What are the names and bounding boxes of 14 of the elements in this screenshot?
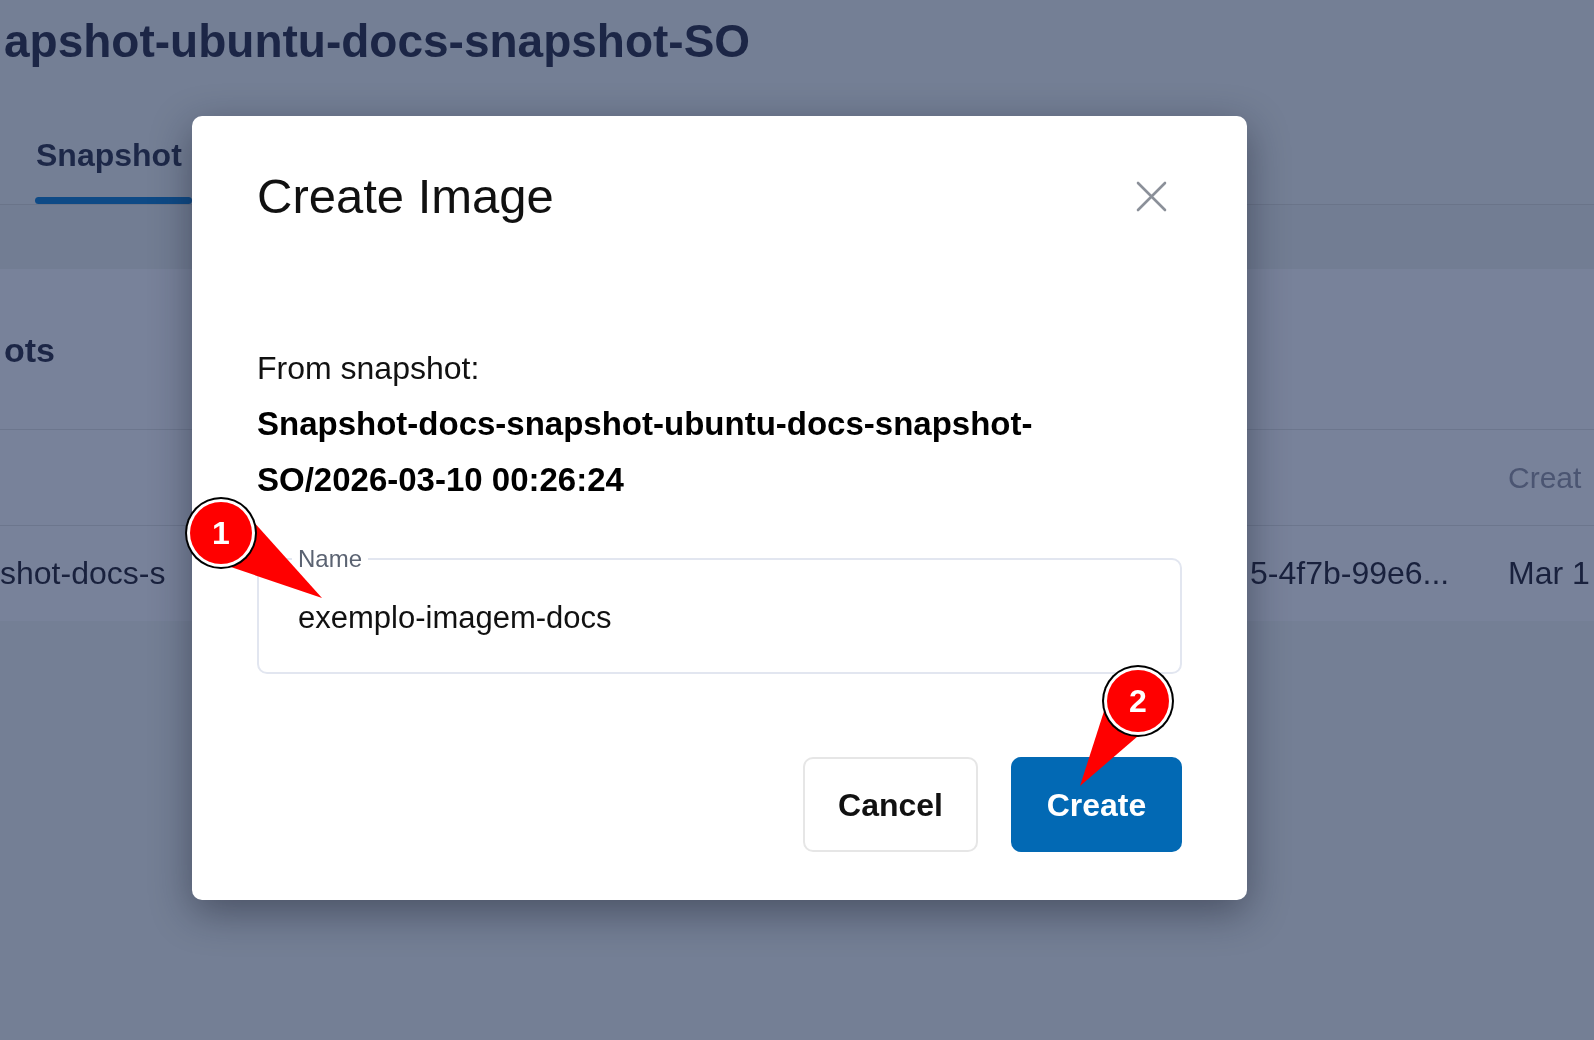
table-cell: Mar 1 <box>1508 554 1590 592</box>
cancel-button[interactable]: Cancel <box>803 757 978 852</box>
create-button[interactable]: Create <box>1011 757 1182 852</box>
tab[interactable]: Snapshot <box>35 136 192 204</box>
source-label: From snapshot: <box>257 349 480 388</box>
close-icon <box>1136 180 1167 212</box>
callout-tooltip: 2 <box>1080 664 1176 788</box>
section-heading: ots <box>4 330 55 370</box>
dialog-title: Create Image <box>257 168 554 224</box>
table-cell: 5-4f7b-99e6... <box>1250 554 1450 592</box>
field-label: Name <box>297 546 364 572</box>
snapshot-name: Snapshot-docs-snapshot-ubuntu-docs-snapshot-SO/2026-03-10 00:26:24 <box>257 404 1034 500</box>
table-cell: shot-docs-s <box>0 554 166 592</box>
page-title: apshot-ubuntu-docs-snapshot-SO <box>4 14 751 68</box>
